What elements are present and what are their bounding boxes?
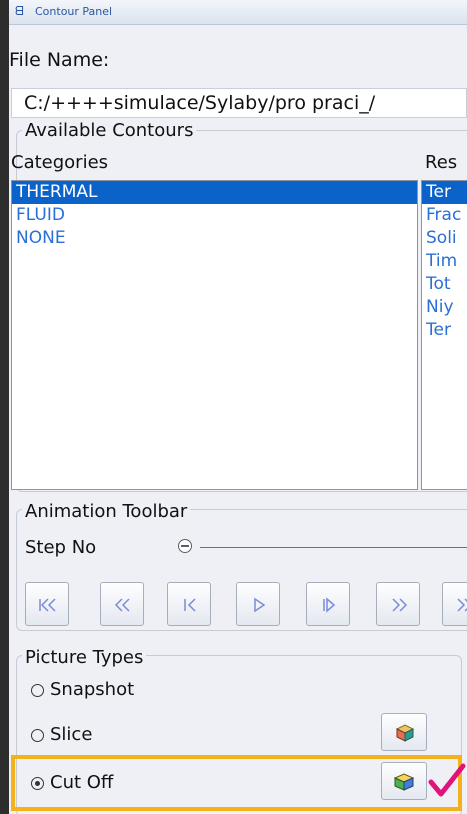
cut-off-radio[interactable] (31, 776, 44, 790)
slice-settings-button[interactable] (381, 713, 427, 751)
step-slider-thumb[interactable] (178, 539, 192, 553)
panel-title: Contour Panel (35, 5, 113, 18)
categories-header: Categories (11, 152, 109, 173)
snapshot-option[interactable]: Snapshot (31, 679, 134, 700)
step-forward-button[interactable] (306, 582, 350, 626)
file-path-field[interactable]: C:/++++simulace/Sylaby/pro praci_/ (11, 88, 467, 118)
picture-types-title: Picture Types (22, 647, 147, 668)
step-forward-icon (323, 597, 336, 613)
slice-label: Slice (50, 724, 93, 745)
snapshot-label: Snapshot (50, 679, 135, 700)
step-back-button[interactable] (167, 582, 211, 626)
checkmark-icon (428, 763, 466, 797)
result-item[interactable]: Soli (422, 227, 467, 250)
result-item[interactable]: Frac (422, 204, 467, 227)
rewind-button[interactable] (100, 582, 144, 626)
step-no-label: Step No (25, 537, 97, 558)
category-item-none[interactable]: NONE (12, 227, 417, 250)
last-frame-icon (457, 598, 467, 612)
result-item[interactable]: Tot (422, 273, 467, 296)
available-contours-title: Available Contours (22, 120, 197, 141)
fast-forward-button[interactable] (376, 582, 420, 626)
result-item[interactable]: Tim (422, 250, 467, 273)
panel-titlebar[interactable]: ᗺ Contour Panel (9, 0, 467, 25)
slice-option[interactable]: Slice (31, 724, 92, 745)
result-item[interactable]: Niy (422, 296, 467, 319)
first-frame-icon (39, 598, 56, 612)
cut-off-settings-button[interactable] (381, 762, 427, 800)
result-item[interactable]: Ter (422, 319, 467, 342)
snapshot-radio[interactable] (31, 683, 44, 697)
category-item-fluid[interactable]: FLUID (12, 204, 417, 227)
animation-toolbar-title: Animation Toolbar (22, 501, 191, 522)
play-button[interactable] (236, 582, 280, 626)
file-name-label: File Name: (9, 49, 110, 71)
window-edge (0, 0, 9, 814)
results-header: Res (425, 152, 458, 173)
last-frame-button[interactable] (442, 582, 467, 626)
cut-off-cube-icon (393, 773, 415, 791)
results-list[interactable]: Ter Frac Soli Tim Tot Niy Ter (421, 180, 467, 490)
category-item-thermal[interactable]: THERMAL (12, 181, 417, 204)
contour-panel: ᗺ Contour Panel File Name: C:/++++simula… (0, 0, 467, 814)
fast-forward-icon (392, 598, 408, 612)
cut-off-option[interactable]: Cut Off (31, 772, 113, 793)
step-back-icon (184, 598, 196, 612)
categories-list[interactable]: THERMAL FLUID NONE (11, 180, 418, 490)
first-frame-button[interactable] (25, 582, 69, 626)
result-item[interactable]: Ter (422, 181, 467, 204)
rewind-icon (114, 598, 130, 612)
collapse-icon[interactable]: ᗺ (15, 4, 24, 19)
slice-cube-icon (395, 724, 415, 742)
slice-radio[interactable] (31, 728, 44, 742)
play-icon (254, 597, 266, 613)
cut-off-label: Cut Off (50, 772, 114, 793)
step-slider-track[interactable] (200, 547, 467, 548)
